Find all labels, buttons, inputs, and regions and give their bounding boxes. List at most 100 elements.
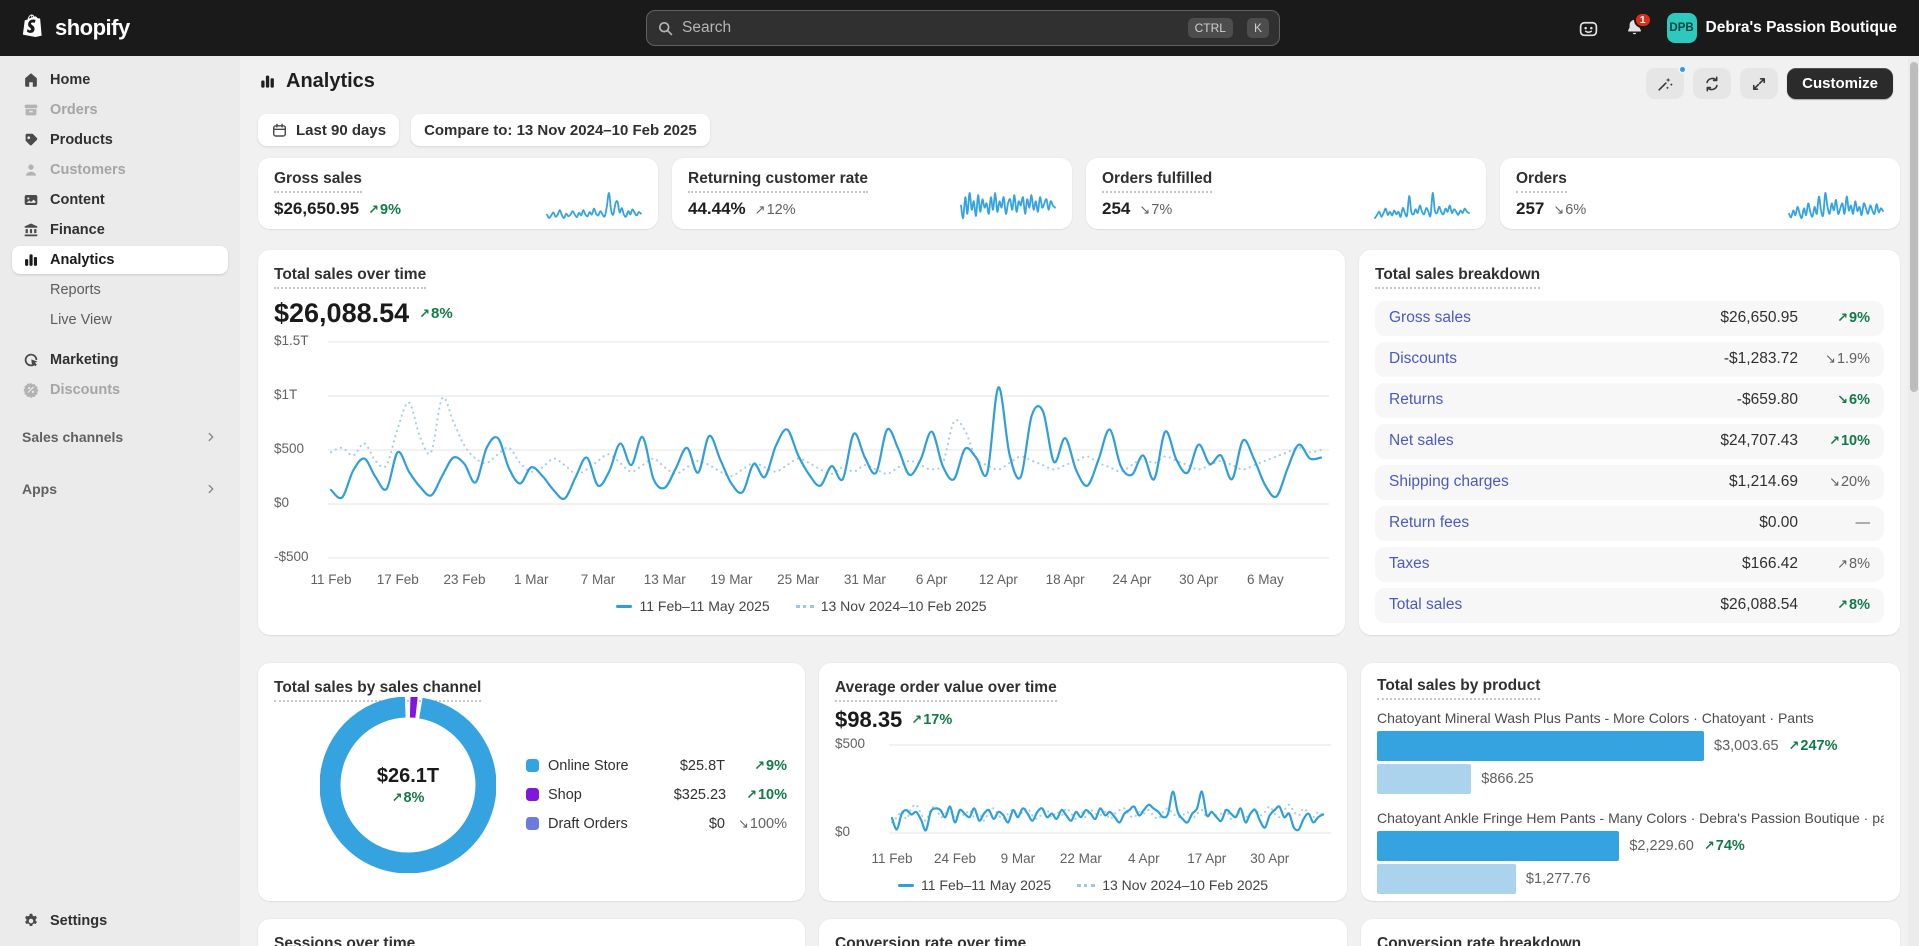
- sidebar-item-settings[interactable]: Settings: [12, 906, 228, 936]
- sidebar-item-finance[interactable]: Finance: [12, 216, 228, 244]
- sidebar-section-sales-channels[interactable]: Sales channels: [12, 424, 228, 450]
- sidebar-item-live-view[interactable]: Live View: [12, 306, 228, 334]
- x-axis-labels: 11 Feb17 Feb23 Feb1 Mar7 Mar13 Mar19 Mar…: [328, 572, 1329, 590]
- y-tick-label: $500: [835, 736, 879, 751]
- products-tag-icon: [22, 131, 40, 149]
- insights-wand-button[interactable]: [1646, 68, 1684, 99]
- product-label: Chatoyant Mineral Wash Plus Pants - More…: [1377, 710, 1884, 726]
- breakdown-link[interactable]: Gross sales: [1389, 309, 1720, 327]
- chart-legend: 11 Feb–11 May 2025 13 Nov 2024–10 Feb 20…: [819, 877, 1347, 893]
- sidebar-item-marketing[interactable]: Marketing: [12, 346, 228, 374]
- magic-wand-icon: [1656, 75, 1674, 93]
- search-input[interactable]: Search CTRL K: [646, 10, 1280, 46]
- notifications-button[interactable]: 1: [1617, 10, 1653, 46]
- filter-row: Last 90 days Compare to: 13 Nov 2024–10 …: [258, 114, 710, 146]
- chevron-right-icon: [204, 482, 218, 496]
- date-range-button[interactable]: Last 90 days: [258, 114, 399, 146]
- breakdown-value: $166.42: [1742, 555, 1798, 573]
- channel-value: $0: [676, 816, 725, 832]
- breakdown-value: $0.00: [1759, 514, 1798, 532]
- breakdown-link[interactable]: Total sales: [1389, 596, 1720, 614]
- sidebar-item-customers[interactable]: Customers: [12, 156, 228, 184]
- breakdown-delta: ↗8%: [1798, 597, 1870, 613]
- product-item: Chatoyant Mineral Wash Plus Pants - More…: [1377, 710, 1884, 794]
- product-current-bar: [1377, 831, 1619, 861]
- main-content: Analytics Customize Last 90 days Compare…: [240, 56, 1919, 946]
- legend-previous-period: 13 Nov 2024–10 Feb 2025: [1077, 877, 1268, 893]
- chart-title[interactable]: Total sales breakdown: [1375, 266, 1540, 289]
- metric-value: 257: [1516, 199, 1544, 219]
- customers-icon: [22, 161, 40, 179]
- shopify-bag-icon: [20, 13, 48, 43]
- breakdown-link[interactable]: Taxes: [1389, 555, 1742, 573]
- sidebar-item-label: Products: [50, 132, 113, 148]
- channel-delta: ↗9%: [725, 758, 787, 774]
- sidebar-item-home[interactable]: Home: [12, 66, 228, 94]
- x-tick-label: 6 May: [1225, 572, 1305, 587]
- sparkline-path: [961, 193, 1055, 218]
- metric-delta: ↘7%: [1139, 202, 1172, 218]
- sidebar-item-analytics[interactable]: Analytics: [12, 246, 228, 274]
- settings-label: Settings: [50, 913, 107, 929]
- refresh-data-button[interactable]: [1693, 68, 1731, 99]
- channel-label: Shop: [548, 787, 674, 803]
- sidebar-item-content[interactable]: Content: [12, 186, 228, 214]
- fullscreen-button[interactable]: [1740, 68, 1778, 99]
- sidebar-item-label: Customers: [50, 162, 126, 178]
- date-range-label: Last 90 days: [296, 122, 386, 139]
- donut-chart: $26.1T ↗8%: [320, 697, 496, 873]
- page-scrollbar[interactable]: [1908, 56, 1919, 946]
- y-tick-label: $1T: [274, 387, 318, 402]
- sidebar-item-products[interactable]: Products: [12, 126, 228, 154]
- sidebar-item-discounts[interactable]: Discounts: [12, 376, 228, 404]
- breakdown-link[interactable]: Net sales: [1389, 432, 1720, 450]
- metric-value: 44.44%: [688, 199, 746, 219]
- product-current-value: $2,229.60: [1629, 838, 1694, 854]
- metric-card-orders-fulfilled[interactable]: Orders fulfilled 254 ↘7%: [1086, 158, 1486, 229]
- chart-title[interactable]: Total sales by product: [1377, 677, 1540, 700]
- store-menu[interactable]: DPB Debra's Passion Boutique: [1663, 9, 1905, 47]
- metric-title: Gross sales: [274, 170, 362, 193]
- sidebar-item-label: Orders: [50, 102, 98, 118]
- shopify-logo[interactable]: shopify: [20, 13, 130, 43]
- aov-delta: ↗17%: [911, 712, 952, 728]
- chart-title[interactable]: Sessions over time: [274, 935, 415, 946]
- product-previous-bar: [1377, 764, 1471, 794]
- sidebar-item-label: Finance: [50, 222, 105, 238]
- chart-title[interactable]: Conversion rate breakdown: [1377, 935, 1581, 946]
- finance-bank-icon: [22, 221, 40, 239]
- shortcut-k-key: K: [1247, 18, 1269, 38]
- sessions-over-time-card: Sessions over time: [258, 919, 805, 946]
- breakdown-delta: ↗10%: [1798, 433, 1870, 449]
- scrollbar-thumb[interactable]: [1910, 62, 1918, 392]
- channel-delta: ↘100%: [725, 816, 787, 832]
- metric-card-gross-sales[interactable]: Gross sales $26,650.95 ↗9%: [258, 158, 658, 229]
- donut-center: $26.1T ↗8%: [320, 697, 496, 873]
- product-delta: ↗74%: [1704, 838, 1745, 854]
- sidebar-item-reports[interactable]: Reports: [12, 276, 228, 304]
- breakdown-link[interactable]: Shipping charges: [1389, 473, 1729, 491]
- sidebar-item-label: Home: [50, 72, 90, 88]
- breakdown-link[interactable]: Returns: [1389, 391, 1737, 409]
- legend-label: 11 Feb–11 May 2025: [639, 598, 769, 614]
- orders-icon: [22, 101, 40, 119]
- bottom-cards-row: Sessions over time Conversion rate over …: [258, 919, 1900, 946]
- header-actions: Customize: [1646, 68, 1893, 99]
- metric-card-orders[interactable]: Orders 257 ↘6%: [1500, 158, 1900, 229]
- chart-title[interactable]: Average order value over time: [835, 679, 1057, 702]
- customize-button[interactable]: Customize: [1787, 68, 1893, 99]
- chart-title[interactable]: Conversion rate over time: [835, 935, 1026, 946]
- sidebar-item-orders[interactable]: Orders: [12, 96, 228, 124]
- content-icon: [22, 191, 40, 209]
- chart-title[interactable]: Total sales over time: [274, 266, 426, 289]
- analytics-bars-icon: [22, 251, 40, 269]
- sidekick-assistant-button[interactable]: [1571, 10, 1607, 46]
- compare-to-button[interactable]: Compare to: 13 Nov 2024–10 Feb 2025: [411, 114, 710, 146]
- sidebar-section-apps[interactable]: Apps: [12, 476, 228, 502]
- breakdown-link[interactable]: Discounts: [1389, 350, 1724, 368]
- breakdown-row: Total sales$26,088.54↗8%: [1375, 588, 1884, 623]
- plot-area: [328, 334, 1329, 575]
- breakdown-link[interactable]: Return fees: [1389, 514, 1759, 532]
- legend-current-period: 11 Feb–11 May 2025: [898, 877, 1051, 893]
- metric-card-returning-customer-rate[interactable]: Returning customer rate 44.44% ↗12%: [672, 158, 1072, 229]
